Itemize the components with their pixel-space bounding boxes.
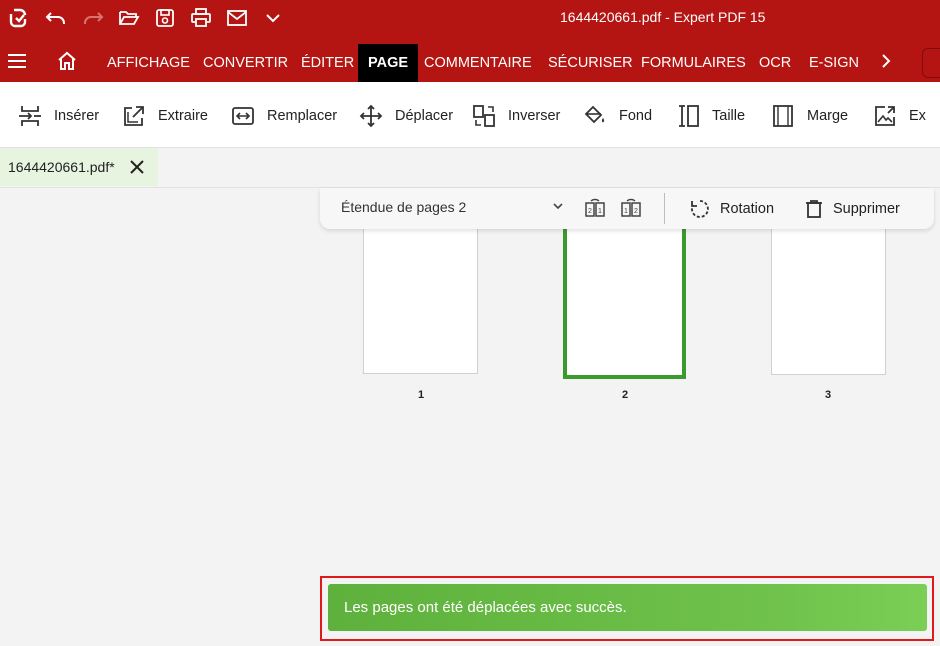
home-icon[interactable] [55,49,79,73]
tab-formulaires[interactable]: FORMULAIRES [631,44,756,82]
tab-esign[interactable]: E-SIGN [799,44,869,82]
tab-ocr[interactable]: OCR [749,44,801,82]
hamburger-menu-icon[interactable] [6,50,28,72]
insert-label: Insérer [54,108,100,124]
tab-commentaire[interactable]: COMMENTAIRE [414,44,542,82]
page-number-2: 2 [621,389,629,401]
page-thumbnail-1[interactable] [363,228,478,374]
size-button[interactable]: Taille [676,102,745,130]
replace-label: Remplacer [267,108,338,124]
extract-icon [124,106,144,126]
close-icon[interactable] [129,159,145,175]
delete-label: Supprimer [833,201,900,217]
title-bar: 1644420661.pdf - Expert PDF 15 [0,0,940,36]
page-toolbar-ribbon: Insérer Extraire Remplacer Déplacer Inve… [0,82,940,148]
extract-label: Extraire [158,108,208,124]
move-icon [359,104,383,128]
customize-chevron-icon[interactable] [260,6,286,30]
toast-message: Les pages ont été déplacées avec succès. [344,599,627,616]
document-tab[interactable]: 1644420661.pdf* [0,148,158,186]
ribbon-tab-bar: AFFICHAGE CONVERTIR ÉDITER PAGE COMMENTA… [0,36,940,82]
redo-icon[interactable] [80,6,106,30]
window-title: 1644420661.pdf - Expert PDF 15 [560,9,766,25]
svg-text:1: 1 [624,208,628,215]
insert-icon [19,106,41,126]
chevron-right-icon[interactable] [877,52,895,70]
open-folder-icon[interactable] [116,6,142,30]
replace-button[interactable]: Remplacer [231,102,337,130]
success-toast: Les pages ont été déplacées avec succès. [328,584,927,631]
insert-button[interactable]: Insérer [18,102,99,130]
margin-icon [773,105,793,127]
page-range-toolbar: Étendue de pages 2 21 12 Rotation Suppri… [320,188,934,229]
reverse-label: Inverser [508,108,561,124]
tab-securiser[interactable]: SÉCURISER [538,44,643,82]
toolbar-separator [664,193,665,224]
rotate-left-pages-icon[interactable]: 21 [584,198,606,220]
trash-icon [806,200,822,218]
rotate-icon [691,200,709,218]
ribbon-search-box[interactable] [922,48,940,78]
fill-bucket-icon [584,105,605,124]
background-label: Fond [619,108,653,124]
app-logo-icon [5,6,31,30]
rotate-button[interactable]: Rotation [690,199,774,219]
svg-text:2: 2 [634,208,638,215]
rotate-label: Rotation [720,201,775,217]
extract-button[interactable]: Extraire [122,102,208,130]
document-tab-bar: 1644420661.pdf* [0,148,940,188]
toast-highlight-frame: Les pages ont été déplacées avec succès. [320,576,934,641]
chevron-down-icon[interactable] [552,201,564,211]
margin-button[interactable]: Marge [771,102,848,130]
reverse-icon [473,105,495,127]
print-icon[interactable] [188,6,214,30]
size-icon [679,105,699,127]
reverse-button[interactable]: Inverser [472,102,560,130]
save-icon[interactable] [152,6,178,30]
document-tab-name: 1644420661.pdf* [8,159,115,175]
svg-text:2: 2 [588,208,592,215]
page-thumbnail-2[interactable] [563,225,686,379]
page-thumbnail-3[interactable] [771,228,886,375]
tab-affichage[interactable]: AFFICHAGE [97,44,200,82]
page-range-select[interactable]: Étendue de pages 2 [341,199,466,215]
rotate-right-pages-icon[interactable]: 12 [620,198,642,220]
mail-icon[interactable] [224,6,250,30]
export-image-label: Ex [909,108,926,124]
delete-button[interactable]: Supprimer [805,199,900,219]
export-image-icon [875,106,895,126]
size-label: Taille [712,108,746,124]
page-number-3: 3 [824,389,832,401]
move-button[interactable]: Déplacer [359,102,453,130]
svg-text:1: 1 [598,208,602,215]
background-button[interactable]: Fond [583,102,652,130]
margin-label: Marge [807,108,849,124]
tab-convertir[interactable]: CONVERTIR [193,44,298,82]
move-label: Déplacer [395,108,454,124]
tab-page[interactable]: PAGE [358,44,419,82]
replace-icon [232,107,254,125]
export-image-button[interactable]: Ex [873,102,926,130]
page-number-1: 1 [417,389,425,401]
tab-editer[interactable]: ÉDITER [291,44,364,82]
undo-icon[interactable] [43,6,69,30]
